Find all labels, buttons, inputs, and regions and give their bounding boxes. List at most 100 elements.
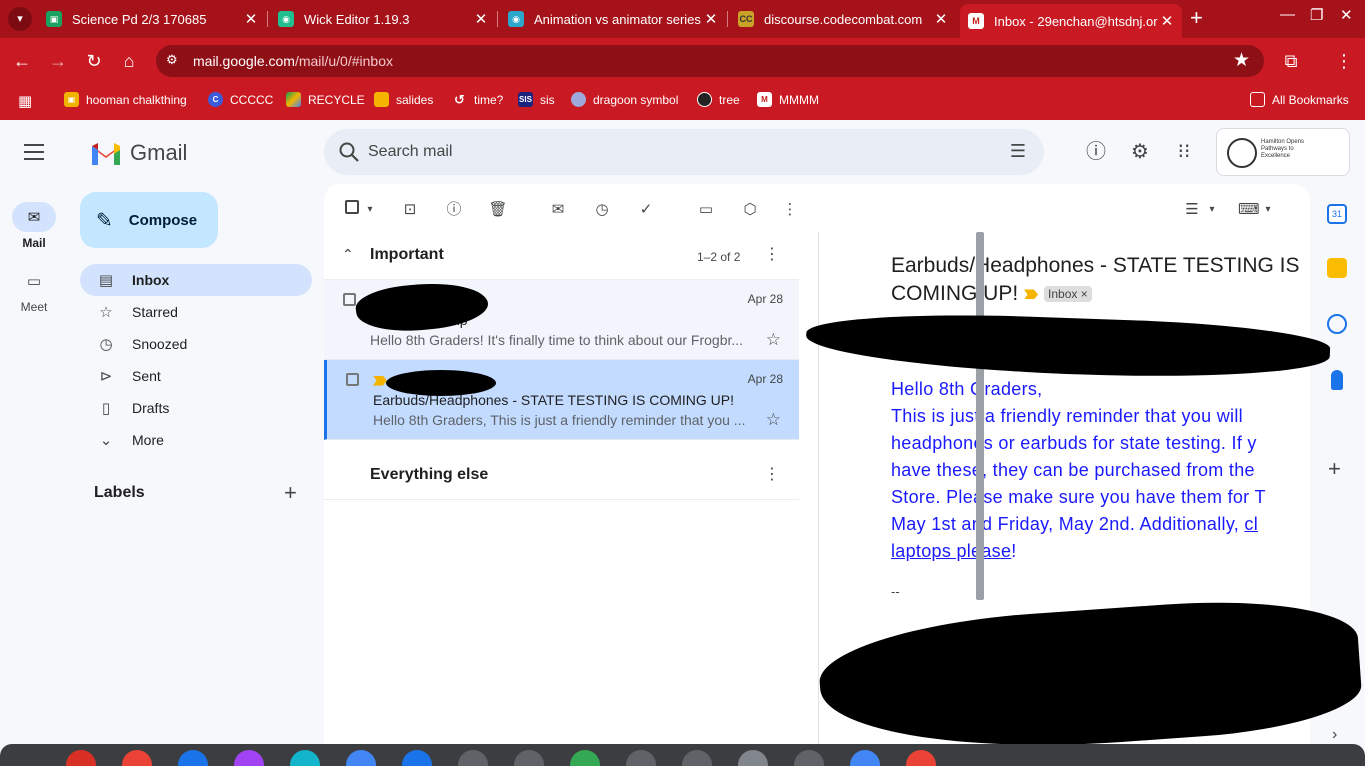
calendar-icon[interactable]: 31 xyxy=(1327,204,1347,224)
important-marker-icon[interactable] xyxy=(1024,289,1039,300)
section-everything-else[interactable]: Everything else ⋮ xyxy=(324,452,799,500)
address-bar[interactable]: ⚙ mail.google.com/mail/u/0/#inbox ★ xyxy=(156,45,1264,77)
app-shelf-icon[interactable] xyxy=(682,750,712,766)
tab-discourse[interactable]: CC discourse.codecombat.com ✕ xyxy=(730,4,956,34)
app-shelf-icon[interactable] xyxy=(402,750,432,766)
email-row-selected[interactable]: Apr 28 Earbuds/Headphones - STATE TESTIN… xyxy=(324,360,799,440)
bookmark-recycle[interactable]: RECYCLE xyxy=(286,92,365,107)
bookmark-salides[interactable]: salides xyxy=(374,92,433,107)
gmail-logo[interactable]: Gmail xyxy=(90,140,187,166)
nav-starred[interactable]: ☆ Starred xyxy=(80,296,312,328)
report-spam-icon[interactable]: ⓘ xyxy=(444,200,464,220)
row-checkbox[interactable] xyxy=(346,373,359,386)
google-apps-icon[interactable]: ⁝⁝ xyxy=(1172,140,1196,164)
keep-icon[interactable] xyxy=(1327,258,1347,278)
close-icon[interactable]: ✕ xyxy=(932,10,950,28)
app-shelf-icon[interactable] xyxy=(570,750,600,766)
app-shelf-icon[interactable] xyxy=(738,750,768,766)
app-shelf-icon[interactable] xyxy=(122,750,152,766)
app-shelf-icon[interactable] xyxy=(626,750,656,766)
browser-menu-icon[interactable]: ⋮ xyxy=(1333,50,1355,72)
home-icon[interactable]: ⌂ xyxy=(118,50,140,72)
close-icon[interactable]: ✕ xyxy=(472,10,490,28)
nav-inbox[interactable]: ▤ Inbox xyxy=(80,264,312,296)
select-all-checkbox[interactable] xyxy=(342,200,362,220)
nav-drafts[interactable]: ▯ Drafts xyxy=(80,392,312,424)
star-icon[interactable]: ☆ xyxy=(766,410,781,430)
nav-sent[interactable]: ⊳ Sent xyxy=(80,360,312,392)
bookmark-time[interactable]: ↺ time? xyxy=(452,92,503,107)
app-shelf-icon[interactable] xyxy=(850,750,880,766)
important-marker-icon[interactable] xyxy=(373,375,387,386)
split-dropdown-icon[interactable]: ▾ xyxy=(1202,200,1222,220)
tasks-icon[interactable] xyxy=(1327,314,1347,334)
app-shelf-icon[interactable] xyxy=(178,750,208,766)
search-options-icon[interactable]: ☰ xyxy=(1010,141,1026,162)
bookmark-mmmm[interactable]: M MMMM xyxy=(757,92,819,107)
reload-icon[interactable]: ↻ xyxy=(83,50,105,72)
bookmark-sis[interactable]: SIS sis xyxy=(518,92,555,107)
app-shelf-icon[interactable] xyxy=(514,750,544,766)
help-icon[interactable]: ⓘ xyxy=(1084,140,1108,164)
snooze-icon[interactable]: ◷ xyxy=(592,200,612,220)
bookmark-star-icon[interactable]: ★ xyxy=(1233,49,1250,72)
bookmark-tree[interactable]: tree xyxy=(697,92,740,107)
reading-scrollbar[interactable] xyxy=(976,232,984,600)
split-pane-icon[interactable]: ☰ xyxy=(1182,200,1202,220)
nav-more[interactable]: ⌄ More xyxy=(80,424,312,456)
bookmark-hooman[interactable]: ▣ hooman chalkthing xyxy=(64,92,187,107)
get-addons-icon[interactable]: + xyxy=(1328,456,1341,482)
search-bar[interactable]: Search mail ☰ xyxy=(324,129,1044,175)
app-shelf-icon[interactable] xyxy=(290,750,320,766)
label-icon[interactable]: ⬡ xyxy=(740,200,760,220)
close-icon[interactable]: ✕ xyxy=(702,10,720,28)
tab-animation[interactable]: ◉ Animation vs animator series ✕ xyxy=(500,4,728,34)
inbox-label-chip[interactable]: Inbox × xyxy=(1044,286,1092,303)
select-dropdown-icon[interactable]: ▾ xyxy=(360,200,380,220)
archive-icon[interactable]: ⊡ xyxy=(400,200,420,220)
app-shelf-icon[interactable] xyxy=(794,750,824,766)
window-close-icon[interactable]: ✕ xyxy=(1340,6,1353,24)
body-link[interactable]: cl xyxy=(1244,514,1258,534)
section-important[interactable]: ⌃ Important 1–2 of 2 ⋮ xyxy=(324,232,799,280)
chevron-up-icon[interactable]: ⌃ xyxy=(342,246,354,263)
close-icon[interactable]: ✕ xyxy=(1158,12,1176,30)
show-side-panel-icon[interactable]: › xyxy=(1332,726,1337,744)
rail-mail[interactable]: ✉ Mail xyxy=(0,202,68,250)
bookmark-ccccc[interactable]: C CCCCC xyxy=(208,92,273,107)
extensions-icon[interactable]: ⧉ xyxy=(1280,50,1302,72)
create-label-icon[interactable]: + xyxy=(284,480,297,506)
search-input[interactable]: Search mail xyxy=(368,143,452,161)
section-more-icon[interactable]: ⋮ xyxy=(764,464,780,484)
bookmark-dragoon[interactable]: dragoon symbol xyxy=(571,92,678,107)
settings-gear-icon[interactable]: ⚙ xyxy=(1128,140,1152,164)
new-tab-button[interactable]: + xyxy=(1190,7,1203,29)
tab-science[interactable]: ▣ Science Pd 2/3 170685 ✕ xyxy=(38,4,268,34)
contacts-icon[interactable] xyxy=(1331,370,1343,390)
move-to-icon[interactable]: ▭ xyxy=(696,200,716,220)
nav-snoozed[interactable]: ◷ Snoozed xyxy=(80,328,312,360)
body-link[interactable]: laptops please xyxy=(891,541,1011,561)
app-shelf-icon[interactable] xyxy=(234,750,264,766)
tab-inbox[interactable]: M Inbox - 29enchan@htsdnj.org ✕ xyxy=(960,4,1182,38)
chrome-shelf-icon[interactable] xyxy=(66,750,96,766)
keyboard-icon[interactable]: ⌨ xyxy=(1238,200,1260,220)
apps-icon[interactable]: ▦ xyxy=(18,92,32,110)
section-more-icon[interactable]: ⋮ xyxy=(764,244,780,264)
more-actions-icon[interactable]: ⋮ xyxy=(780,200,800,220)
compose-button[interactable]: ✎ Compose xyxy=(80,192,218,248)
forward-icon[interactable]: → xyxy=(47,50,69,72)
main-menu-icon[interactable] xyxy=(24,144,44,165)
app-shelf-icon[interactable] xyxy=(346,750,376,766)
close-icon[interactable]: ✕ xyxy=(242,10,260,28)
app-shelf-icon[interactable] xyxy=(458,750,488,766)
tab-wick[interactable]: ◉ Wick Editor 1.19.3 ✕ xyxy=(270,4,498,34)
remove-label-icon[interactable]: × xyxy=(1081,287,1088,301)
search-icon[interactable] xyxy=(338,141,360,163)
rail-meet[interactable]: ▭ Meet xyxy=(0,266,68,314)
row-checkbox[interactable] xyxy=(343,293,356,306)
back-icon[interactable]: ← xyxy=(11,50,33,72)
account-switcher[interactable]: Hamilton Opens Pathways to Excellence xyxy=(1216,128,1350,176)
tab-search-icon[interactable]: ▾ xyxy=(8,7,32,31)
restore-icon[interactable]: ❐ xyxy=(1310,6,1323,24)
